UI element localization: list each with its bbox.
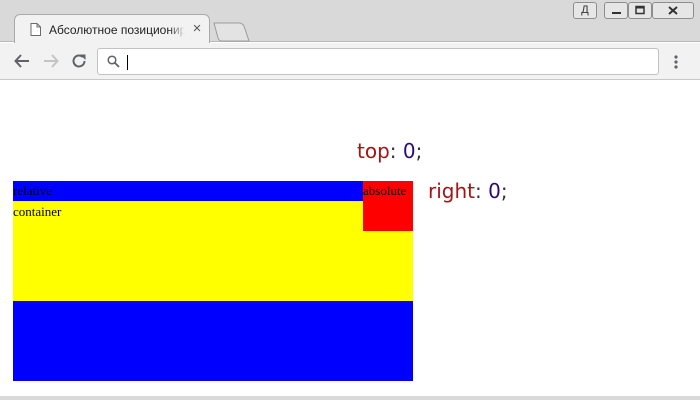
relative-label: relative [13, 183, 52, 198]
absolute-block: absolute [363, 181, 413, 231]
search-icon [107, 55, 120, 68]
container-label: container [13, 204, 62, 219]
document-icon [30, 23, 41, 36]
restore-button[interactable] [628, 2, 652, 19]
container-block: container [13, 201, 413, 301]
profile-button[interactable]: Д [573, 2, 597, 19]
profile-label: Д [581, 4, 589, 16]
browser-tab[interactable]: Абсолютное позиционирование × [14, 14, 210, 43]
top-property: top [357, 139, 390, 163]
browser-toolbar [0, 43, 700, 80]
tab-title-fade [169, 19, 185, 39]
tab-close-icon[interactable]: × [191, 21, 203, 36]
minimize-button[interactable] [604, 2, 628, 19]
reload-icon[interactable] [70, 52, 88, 70]
forward-arrow-icon[interactable] [42, 52, 60, 70]
right-value: 0 [488, 179, 501, 203]
address-input[interactable] [126, 52, 646, 71]
window-bottom-border [0, 396, 700, 400]
top-annotation: top: 0; [357, 139, 422, 163]
right-property: right [428, 179, 475, 203]
title-bar: Абсолютное позиционирование × Д [0, 0, 700, 43]
right-semicolon: ; [500, 179, 508, 203]
menu-icon[interactable] [673, 55, 679, 69]
restore-icon [635, 5, 645, 15]
right-annotation: right: 0; [428, 179, 508, 203]
close-icon [668, 6, 678, 15]
top-colon: : [389, 139, 397, 163]
minimize-icon [612, 12, 621, 14]
absolute-label: absolute [363, 183, 407, 198]
top-value: 0 [402, 139, 416, 163]
address-bar[interactable] [97, 48, 659, 75]
relative-block: relative container absolute [13, 181, 413, 381]
text-cursor [127, 55, 128, 70]
close-window-button[interactable] [652, 2, 694, 19]
top-semicolon: ; [415, 139, 423, 163]
page-viewport: top: 0; right: 0; relative container abs… [0, 80, 700, 396]
back-arrow-icon[interactable] [13, 52, 31, 70]
new-tab-button[interactable] [212, 22, 250, 42]
right-colon: : [475, 179, 482, 203]
tab-title: Абсолютное позиционирование [49, 23, 185, 37]
